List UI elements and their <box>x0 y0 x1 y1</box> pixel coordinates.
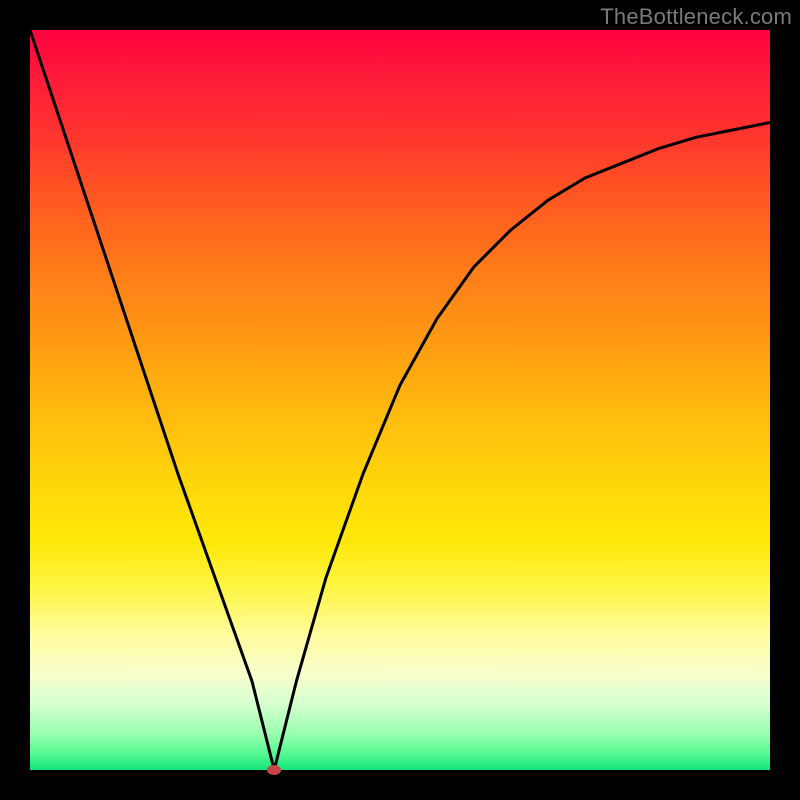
plot-area <box>30 30 770 770</box>
optimum-marker <box>267 765 281 775</box>
watermark-text: TheBottleneck.com <box>600 4 792 30</box>
bottleneck-curve <box>30 30 770 770</box>
chart-container: TheBottleneck.com <box>0 0 800 800</box>
